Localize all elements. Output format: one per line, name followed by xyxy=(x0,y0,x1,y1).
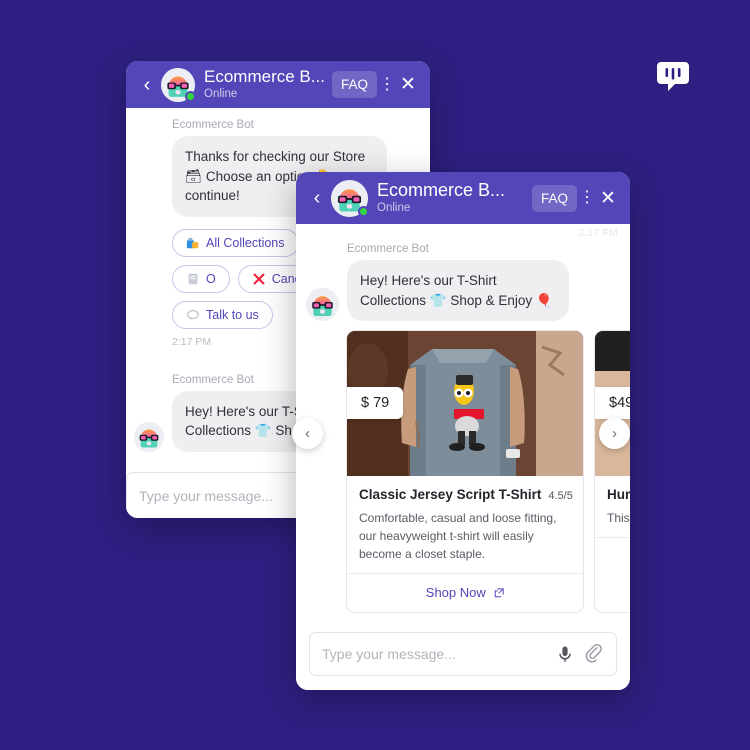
chat-header: ‹ Ecommerce B... Online FAQ ⋮ ✕ xyxy=(296,172,630,224)
bot-name: Ecommerce B... xyxy=(204,66,325,86)
product-title: Classic Jersey Script T-Shirt xyxy=(359,487,542,503)
quick-reply-all-collections[interactable]: All Collections xyxy=(172,228,299,257)
previous-timestamp: 2:17 PM xyxy=(578,227,618,239)
product-info: Classic Jersey Script T-Shirt 4.5/5 Comf… xyxy=(347,476,583,573)
product-price: $49 xyxy=(595,387,630,420)
close-icon[interactable]: ✕ xyxy=(597,189,619,208)
header-text-group: Ecommerce B... Online xyxy=(204,67,328,102)
kebab-menu-icon[interactable]: ⋮ xyxy=(577,190,597,206)
avatar xyxy=(331,179,369,217)
message-sender-label: Ecommerce Bot xyxy=(172,119,254,131)
product-title: Hum xyxy=(607,487,630,503)
quick-reply-talk-to-us[interactable]: Talk to us xyxy=(172,300,273,329)
faq-button[interactable]: FAQ xyxy=(531,184,577,212)
kebab-menu-icon[interactable]: ⋮ xyxy=(377,76,397,93)
chat-bubble-icon xyxy=(657,62,689,91)
product-description: Comfortable, casual and loose fitting, o… xyxy=(359,511,557,562)
carousel-next-button[interactable]: › xyxy=(599,418,630,449)
product-cta-row[interactable]: Shop Now xyxy=(595,537,630,576)
close-icon[interactable]: ✕ xyxy=(397,75,419,94)
online-status-dot xyxy=(358,205,369,217)
message-sender-label: Ecommerce Bot xyxy=(347,243,429,255)
product-title-row: Classic Jersey Script T-Shirt 4.5/5 xyxy=(359,487,573,503)
header-text-group: Ecommerce B... Online xyxy=(377,180,528,217)
message-avatar xyxy=(134,421,164,452)
message-composer xyxy=(296,621,630,690)
speech-bubble-icon xyxy=(186,308,200,322)
back-button[interactable]: ‹ xyxy=(137,75,157,95)
bot-status: Online xyxy=(377,202,411,215)
red-x-icon xyxy=(252,272,266,286)
bot-status: Online xyxy=(204,88,238,101)
carousel-track: $ 79 Classic Jersey Script T-Shirt 4.5/5… xyxy=(346,330,630,614)
product-cta-row[interactable]: Shop Now xyxy=(347,573,583,612)
message-avatar xyxy=(306,288,339,322)
message-input-box[interactable] xyxy=(309,632,617,676)
product-image: $49 xyxy=(595,331,630,477)
product-title-row: Hum xyxy=(607,487,630,502)
product-image: $ 79 xyxy=(347,331,583,477)
online-status-dot xyxy=(185,90,196,102)
quick-reply-label: All Collections xyxy=(206,235,285,250)
bot-message-row: Hey! Here's our T-Shirt Collections 👕 Sh… xyxy=(296,260,630,322)
product-card[interactable]: $ 79 Classic Jersey Script T-Shirt 4.5/5… xyxy=(346,330,584,614)
message-input[interactable] xyxy=(322,646,546,662)
product-carousel: $ 79 Classic Jersey Script T-Shirt 4.5/5… xyxy=(296,330,630,614)
product-card[interactable]: $49 Hum Thist Shirt fabric Shop Now xyxy=(594,330,630,614)
paperclip-icon[interactable] xyxy=(584,643,604,664)
bot-avatar-icon xyxy=(306,288,339,322)
bot-name: Ecommerce B... xyxy=(377,179,506,200)
shopping-bags-icon xyxy=(186,236,200,250)
product-info: Hum Thist Shirt fabric xyxy=(595,476,630,537)
chat-body: 2:17 PM Ecommerce Bot Hey! Here's our T-… xyxy=(296,224,630,621)
back-button[interactable]: ‹ xyxy=(307,188,327,208)
avatar xyxy=(161,67,196,102)
product-rating: 4.5/5 xyxy=(548,490,573,503)
carousel-prev-button[interactable]: ‹ xyxy=(292,418,323,449)
bot-avatar-icon xyxy=(134,421,164,452)
quick-reply-orders-partial[interactable]: O xyxy=(172,264,230,293)
product-price: $ 79 xyxy=(347,387,404,420)
microphone-icon[interactable] xyxy=(555,644,575,664)
faq-button[interactable]: FAQ xyxy=(331,71,377,98)
bot-message-bubble: Hey! Here's our T-Shirt Collections 👕 Sh… xyxy=(347,260,569,322)
external-link-icon xyxy=(494,584,504,601)
quick-reply-label: O xyxy=(206,271,216,286)
quick-reply-label: Talk to us xyxy=(206,307,259,322)
shop-now-link[interactable]: Shop Now xyxy=(426,585,486,600)
product-description: Thist Shirt fabric xyxy=(607,511,630,526)
chat-window-front: ‹ Ecommerce B... Online FAQ ⋮ ✕ 2:17 PM … xyxy=(296,172,630,690)
chat-launcher-button[interactable] xyxy=(650,53,696,99)
chat-header: ‹ Ecommerce B... Online FAQ ⋮ ✕ xyxy=(126,61,430,108)
document-icon xyxy=(186,272,200,286)
